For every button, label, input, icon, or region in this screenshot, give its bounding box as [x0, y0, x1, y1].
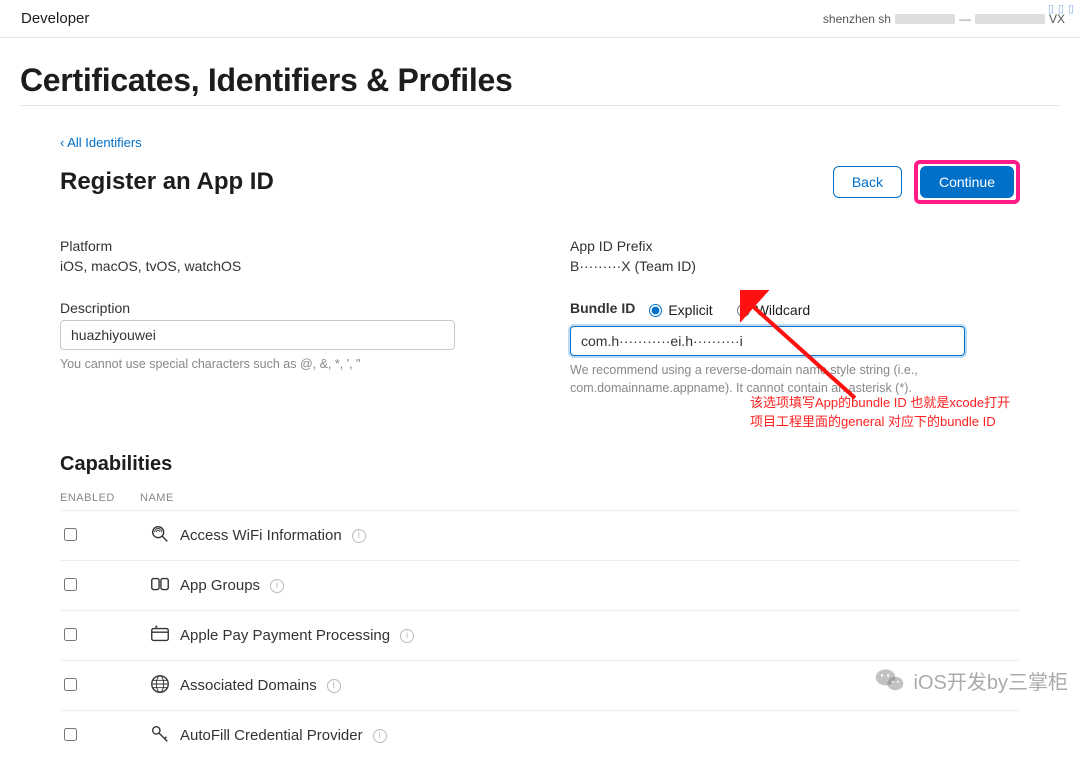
redacted-text: xx: [975, 14, 1045, 24]
bundle-wildcard-radio-input[interactable]: [737, 304, 750, 317]
bundle-id-label: Bundle ID: [570, 300, 635, 316]
capability-checkbox[interactable]: [64, 628, 77, 641]
description-input[interactable]: [60, 320, 455, 350]
capability-checkbox[interactable]: [64, 728, 77, 741]
appid-prefix-value: B·········X (Team ID): [570, 258, 1020, 274]
annotation-line1: 该选项填写App的bundle ID 也就是xcode打开: [750, 394, 1060, 413]
all-identifiers-link[interactable]: ‹ All Identifiers: [60, 135, 142, 150]
capability-checkbox[interactable]: [64, 528, 77, 541]
key-icon: [149, 723, 171, 745]
watermark-text: iOS开发by三掌柜: [914, 666, 1068, 695]
description-hint: You cannot use special characters such a…: [60, 356, 510, 374]
capabilities-title: Capabilities: [60, 453, 1020, 476]
info-icon[interactable]: i: [373, 729, 387, 743]
capability-name: App Groups: [180, 577, 260, 594]
description-label: Description: [60, 300, 510, 316]
continue-button[interactable]: Continue: [920, 166, 1014, 198]
wechat-icon: [874, 664, 906, 696]
capabilities-header: ENABLED NAME: [60, 486, 1020, 510]
brand-label: Developer: [21, 10, 89, 27]
info-icon[interactable]: i: [327, 679, 341, 693]
annotation-line2: 项目工程里面的general 对应下的bundle ID: [750, 413, 1060, 432]
capability-name: Associated Domains: [180, 677, 317, 694]
app-groups-icon: [149, 573, 171, 595]
capability-row: Access WiFi Information i: [60, 510, 1020, 560]
bundle-explicit-radio[interactable]: Explicit: [649, 302, 712, 318]
redacted-text: xx: [895, 14, 955, 24]
cap-head-name: NAME: [140, 492, 174, 504]
page-title: Certificates, Identifiers & Profiles: [20, 62, 1060, 99]
bundle-explicit-label: Explicit: [668, 302, 712, 318]
section-title: Register an App ID: [60, 168, 274, 196]
capability-name: AutoFill Credential Provider: [180, 727, 363, 744]
bundle-id-input[interactable]: [570, 326, 965, 356]
bundle-explicit-radio-input[interactable]: [649, 304, 662, 317]
wifi-search-icon: [149, 523, 171, 545]
info-icon[interactable]: i: [270, 579, 284, 593]
watermark: iOS开发by三掌柜: [874, 664, 1068, 696]
info-icon[interactable]: i: [400, 629, 414, 643]
capability-row: App Groups i: [60, 560, 1020, 610]
bundle-id-hint: We recommend using a reverse-domain name…: [570, 362, 1020, 397]
info-icon[interactable]: i: [352, 529, 366, 543]
appid-prefix-label: App ID Prefix: [570, 238, 1020, 254]
capability-row: AutoFill Credential Provider i: [60, 710, 1020, 760]
annotation-text: 该选项填写App的bundle ID 也就是xcode打开 项目工程里面的gen…: [750, 394, 1060, 432]
capability-name: Access WiFi Information: [180, 527, 342, 544]
window-controls-blur: ▯▯▯: [1048, 2, 1074, 15]
capability-row: Apple Pay Payment Processing i: [60, 610, 1020, 660]
divider: [20, 105, 1060, 106]
capability-checkbox[interactable]: [64, 678, 77, 691]
annotation-highlight: Continue: [914, 160, 1020, 204]
back-button[interactable]: Back: [833, 166, 902, 198]
account-area[interactable]: shenzhen sh xx — xx VX: [823, 12, 1065, 26]
account-name: shenzhen sh: [823, 12, 891, 26]
apple-pay-icon: [149, 623, 171, 645]
bundle-wildcard-label: Wildcard: [756, 302, 810, 318]
bundle-wildcard-radio[interactable]: Wildcard: [737, 302, 810, 318]
platform-value: iOS, macOS, tvOS, watchOS: [60, 258, 510, 274]
platform-label: Platform: [60, 238, 510, 254]
capability-checkbox[interactable]: [64, 578, 77, 591]
top-bar: Developer shenzhen sh xx — xx VX: [0, 0, 1080, 38]
capability-name: Apple Pay Payment Processing: [180, 627, 390, 644]
cap-head-enabled: ENABLED: [60, 492, 140, 504]
globe-icon: [149, 673, 171, 695]
